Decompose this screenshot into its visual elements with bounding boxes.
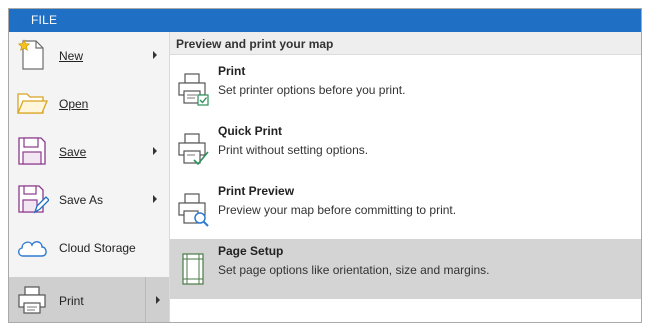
option-title: Print Preview bbox=[218, 184, 295, 198]
new-document-icon bbox=[17, 39, 44, 70]
panel-header: Preview and print your map bbox=[170, 32, 641, 55]
file-tab[interactable]: FILE bbox=[31, 13, 57, 27]
backstage-window: FILE New Open Save Save As Cloud Storage… bbox=[8, 8, 642, 323]
option-description: Set page options like orientation, size … bbox=[218, 263, 490, 277]
sidebar-item-label-new: New bbox=[59, 49, 84, 63]
save-disk-icon bbox=[18, 137, 46, 165]
print-preview-icon bbox=[178, 193, 209, 227]
sidebar-item-save-as[interactable]: Save As bbox=[9, 176, 169, 224]
file-bar: FILE bbox=[9, 9, 641, 32]
chevron-right-icon bbox=[153, 51, 157, 59]
option-print[interactable]: Print Set printer options before you pri… bbox=[170, 59, 641, 119]
sidebar-item-label-print: Print bbox=[59, 294, 84, 308]
sidebar-item-open[interactable]: Open bbox=[9, 80, 169, 128]
printer-icon bbox=[18, 286, 46, 314]
sidebar-item-label-open: Open bbox=[59, 97, 89, 111]
cloud-icon bbox=[18, 241, 47, 257]
chevron-right-icon bbox=[153, 195, 157, 203]
print-options-icon bbox=[178, 73, 209, 106]
sidebar-item-save[interactable]: Save bbox=[9, 128, 169, 176]
chevron-right-icon[interactable] bbox=[154, 294, 162, 306]
option-page-setup[interactable]: Page Setup Set page options like orienta… bbox=[170, 239, 641, 299]
print-panel: Preview and print your map Print Set pri… bbox=[170, 32, 641, 322]
option-description: Print without setting options. bbox=[218, 143, 369, 157]
option-print-preview[interactable]: Print Preview Preview your map before co… bbox=[170, 179, 641, 239]
page-setup-icon bbox=[182, 253, 204, 285]
sidebar-item-label-cloud-storage: Cloud Storage bbox=[59, 241, 136, 255]
sidebar-item-new[interactable]: New bbox=[9, 32, 169, 80]
split-divider bbox=[145, 277, 146, 322]
save-as-icon bbox=[18, 185, 49, 214]
option-description: Preview your map before committing to pr… bbox=[218, 203, 457, 217]
sidebar-item-label-save: Save bbox=[59, 145, 87, 159]
sidebar-item-label-save-as: Save As bbox=[59, 193, 104, 207]
backstage-sidebar: New Open Save Save As Cloud Storage Prin… bbox=[9, 32, 170, 322]
option-quick-print[interactable]: Quick Print Print without setting option… bbox=[170, 119, 641, 179]
sidebar-item-print[interactable]: Print bbox=[9, 277, 169, 322]
open-folder-icon bbox=[17, 93, 48, 114]
option-title: Quick Print bbox=[218, 124, 283, 138]
chevron-right-icon bbox=[153, 147, 157, 155]
quick-print-icon bbox=[178, 133, 209, 166]
option-description: Set printer options before you print. bbox=[218, 83, 406, 97]
sidebar-item-cloud-storage[interactable]: Cloud Storage bbox=[9, 224, 169, 272]
panel-header-text: Preview and print your map bbox=[176, 37, 334, 51]
option-title: Print bbox=[218, 64, 246, 78]
option-title: Page Setup bbox=[218, 244, 284, 258]
